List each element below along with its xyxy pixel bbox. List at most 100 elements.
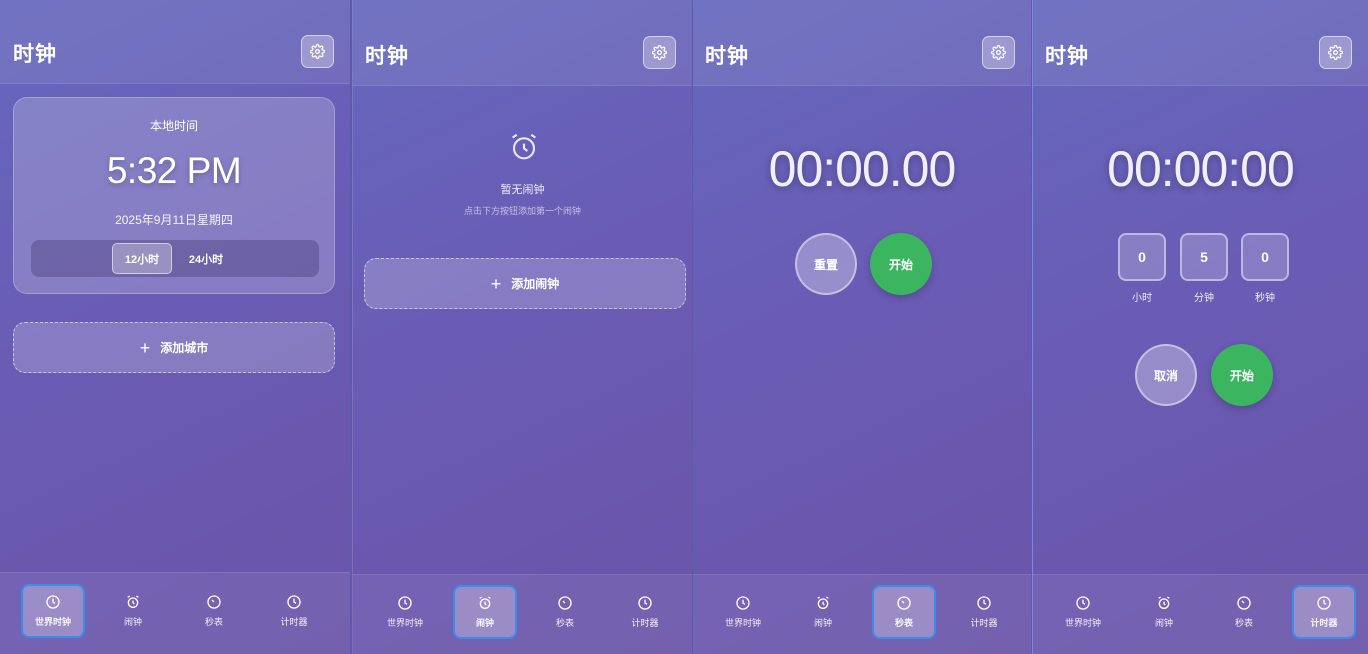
nav-world-label: 世界时钟 xyxy=(34,617,71,627)
timer-icon xyxy=(638,596,652,610)
nav-stopwatch[interactable]: 秒表 xyxy=(872,585,936,639)
alarm-clock-icon xyxy=(479,596,491,609)
gear-icon xyxy=(310,44,325,59)
seconds-label: 秒钟 xyxy=(1255,293,1275,304)
reset-button[interactable]: 重置 xyxy=(795,233,857,295)
nav-timer[interactable]: 计时器 xyxy=(262,584,326,638)
format-24h-button[interactable]: 24小时 xyxy=(176,243,236,274)
timer-icon xyxy=(287,595,301,609)
alarm-clock-icon xyxy=(512,133,536,160)
nav-alarm[interactable]: 闹钟 xyxy=(101,584,165,638)
local-time-card: 本地时间 5:32 PM 2025年9月11日星期四 12小时 24小时 xyxy=(13,97,335,294)
current-date: 2025年9月11日星期四 xyxy=(115,213,233,227)
nav-timer[interactable]: 计时器 xyxy=(952,585,1016,639)
minutes-input[interactable]: 5 xyxy=(1180,233,1228,281)
nav-alarm-label: 闹钟 xyxy=(813,618,832,628)
nav-timer-label: 计时器 xyxy=(631,618,659,628)
header: 时钟 xyxy=(0,0,350,84)
nav-world-clock[interactable]: 世界时钟 xyxy=(1051,585,1115,639)
settings-button[interactable] xyxy=(982,36,1015,69)
nav-world-label: 世界时钟 xyxy=(1064,618,1101,628)
current-time: 5:32 PM xyxy=(106,150,242,191)
time-format-toggle: 12小时 24小时 xyxy=(31,240,319,277)
local-time-label: 本地时间 xyxy=(149,119,198,133)
nav-stopwatch-label: 秒表 xyxy=(555,618,574,628)
nav-stopwatch-label: 秒表 xyxy=(204,617,223,627)
app-title: 时钟 xyxy=(705,45,749,68)
stopwatch-icon xyxy=(558,596,572,610)
start-button[interactable]: 开始 xyxy=(1211,344,1273,406)
nav-timer[interactable]: 计时器 xyxy=(1292,585,1356,639)
empty-alarm-subtitle: 点击下方按钮添加第一个闹钟 xyxy=(463,206,581,216)
stopwatch-screen: 时钟 00:00.00 重置 开始 世界时钟 闹钟 秒表 计时器 xyxy=(693,0,1031,654)
clock-icon xyxy=(736,596,750,610)
world-clock-screen: 时钟 本地时间 5:32 PM 2025年9月11日星期四 12小时 24小时 … xyxy=(0,0,350,654)
nav-alarm[interactable]: 闹钟 xyxy=(791,585,855,639)
nav-stopwatch-label: 秒表 xyxy=(1234,618,1253,628)
stopwatch-icon xyxy=(897,596,911,610)
settings-button[interactable] xyxy=(643,36,676,69)
hours-label: 小时 xyxy=(1132,293,1152,304)
nav-stopwatch-label: 秒表 xyxy=(894,618,913,628)
nav-alarm-label: 闹钟 xyxy=(1154,618,1173,628)
header: 时钟 xyxy=(1033,0,1368,86)
gear-icon xyxy=(991,45,1006,60)
nav-world-label: 世界时钟 xyxy=(386,618,423,628)
clock-icon xyxy=(398,596,412,610)
plus-icon: + xyxy=(139,337,151,358)
bottom-nav: 世界时钟 闹钟 秒表 计时器 xyxy=(0,572,350,654)
nav-timer-label: 计时器 xyxy=(1310,618,1338,628)
bottom-nav: 世界时钟 闹钟 秒表 计时器 xyxy=(1033,574,1368,654)
nav-alarm[interactable]: 闹钟 xyxy=(1132,585,1196,639)
app-title: 时钟 xyxy=(1045,45,1089,68)
bottom-nav: 世界时钟 闹钟 秒表 计时器 xyxy=(693,574,1031,654)
nav-timer[interactable]: 计时器 xyxy=(613,585,677,639)
add-alarm-label: 添加闹钟 xyxy=(511,277,560,291)
stopwatch-display: 00:00.00 xyxy=(768,141,957,197)
app-title: 时钟 xyxy=(13,43,57,66)
clock-icon xyxy=(46,595,60,609)
nav-alarm-label: 闹钟 xyxy=(475,618,494,628)
nav-timer-label: 计时器 xyxy=(970,618,998,628)
nav-alarm[interactable]: 闹钟 xyxy=(453,585,517,639)
gear-icon xyxy=(652,45,667,60)
nav-stopwatch[interactable]: 秒表 xyxy=(1212,585,1276,639)
header: 时钟 xyxy=(693,0,1031,86)
stopwatch-icon xyxy=(1237,596,1251,610)
nav-timer-label: 计时器 xyxy=(280,617,308,627)
alarm-clock-icon xyxy=(1158,596,1170,609)
cancel-button[interactable]: 取消 xyxy=(1135,344,1197,406)
timer-icon xyxy=(1317,596,1331,610)
nav-alarm-label: 闹钟 xyxy=(123,617,142,627)
timer-screen: 时钟 00:00:00 0 5 0 小时 分钟 秒钟 取消 开始 世界时钟 闹钟… xyxy=(1032,0,1368,654)
nav-stopwatch[interactable]: 秒表 xyxy=(533,585,597,639)
alarm-screen: 时钟 暂无闹钟 点击下方按钮添加第一个闹钟 + 添加闹钟 世界时钟 闹钟 秒表 … xyxy=(352,0,692,654)
seconds-input[interactable]: 0 xyxy=(1241,233,1289,281)
alarm-clock-icon xyxy=(817,596,829,609)
alarm-clock-icon xyxy=(127,595,139,608)
stopwatch-icon xyxy=(207,595,221,609)
add-city-button[interactable]: + 添加城市 xyxy=(13,322,335,373)
nav-world-clock[interactable]: 世界时钟 xyxy=(373,585,437,639)
nav-world-clock[interactable]: 世界时钟 xyxy=(711,585,775,639)
timer-icon xyxy=(977,596,991,610)
start-button[interactable]: 开始 xyxy=(870,233,932,295)
minutes-label: 分钟 xyxy=(1194,293,1214,304)
plus-icon: + xyxy=(490,273,502,294)
empty-alarm-title: 暂无闹钟 xyxy=(500,184,545,196)
settings-button[interactable] xyxy=(1319,36,1352,69)
format-12h-button[interactable]: 12小时 xyxy=(112,243,172,274)
hours-input[interactable]: 0 xyxy=(1118,233,1166,281)
add-alarm-button[interactable]: + 添加闹钟 xyxy=(364,258,686,309)
nav-world-clock[interactable]: 世界时钟 xyxy=(21,584,85,638)
settings-button[interactable] xyxy=(301,35,334,68)
header: 时钟 xyxy=(353,0,692,86)
nav-world-label: 世界时钟 xyxy=(724,618,761,628)
timer-display: 00:00:00 xyxy=(1107,141,1295,197)
gear-icon xyxy=(1328,45,1343,60)
nav-stopwatch[interactable]: 秒表 xyxy=(182,584,246,638)
clock-icon xyxy=(1076,596,1090,610)
bottom-nav: 世界时钟 闹钟 秒表 计时器 xyxy=(353,574,692,654)
app-title: 时钟 xyxy=(365,45,409,68)
add-city-label: 添加城市 xyxy=(160,341,209,355)
